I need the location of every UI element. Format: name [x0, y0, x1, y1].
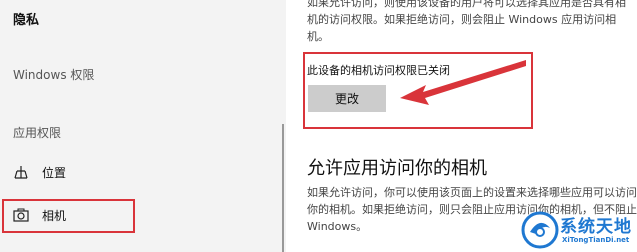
change-button[interactable]: 更改: [308, 85, 386, 112]
device-access-description: 如果允许访问，则使用该设备的用户将可以选择其应用是否具有相机的访问权限。如果拒绝…: [307, 0, 626, 43]
sidebar-title: 隐私: [13, 13, 40, 28]
settings-sidebar: 隐私 Windows 权限 应用权限 位置 相机: [0, 0, 286, 252]
watermark-name: 系统天地: [560, 217, 632, 237]
sidebar-section-app-permissions: 应用权限: [13, 126, 62, 140]
sidebar-item-location[interactable]: 位置: [0, 157, 286, 187]
watermark-url: XiTongTianDi.net: [562, 236, 630, 244]
sidebar-item-camera[interactable]: 相机: [0, 200, 286, 230]
sidebar-section-windows-permissions: Windows 权限: [13, 68, 95, 82]
section-heading: 允许应用访问你的相机: [307, 158, 487, 179]
watermark-logo-icon: [521, 211, 559, 249]
red-arrow-annotation: [400, 60, 526, 105]
sidebar-item-label: 位置: [42, 165, 67, 180]
watermark: 系统天地 XiTongTianDi.net: [520, 208, 637, 252]
sidebar-item-label: 相机: [42, 208, 67, 223]
camera-icon: [12, 206, 30, 224]
sidebar-scrollbar[interactable]: [282, 124, 284, 252]
location-icon: [12, 163, 30, 181]
